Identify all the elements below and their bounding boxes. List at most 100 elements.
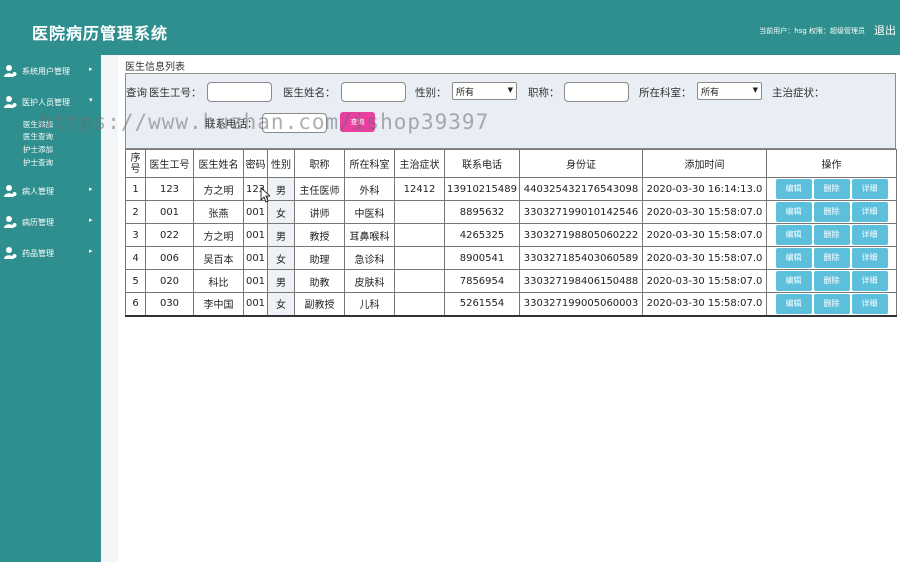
phone-input[interactable]	[262, 113, 327, 133]
chevron-right-icon: ▸	[89, 216, 93, 224]
table-header-row: 序号 医生工号 医生姓名 密码 性别 职称 所在科室 主治症状 联系电话 身份证…	[125, 149, 897, 178]
doctor-id-label: 医生工号：	[149, 87, 202, 99]
app-title: 医院病历管理系统	[32, 24, 169, 43]
caret-down-icon: ▼	[752, 86, 758, 94]
cell-add-time: 2020-03-30 15:58:07.0	[642, 292, 767, 317]
detail-button[interactable]: 详细	[851, 225, 888, 245]
user-icon	[4, 185, 17, 197]
table-row: 4 006 吴百本 001 女 助理 急诊科 8900541 330327185…	[125, 246, 897, 270]
panel-title: 医生信息列表	[125, 62, 185, 73]
chevron-right-icon: ▸	[89, 247, 93, 255]
col-header-doctor-id: 医生工号	[145, 149, 194, 178]
edit-button[interactable]: 编辑	[775, 248, 812, 268]
delete-button[interactable]: 删除	[813, 179, 850, 199]
submenu-doctor-query[interactable]: 医生查询	[23, 131, 53, 142]
cell-dept: 中医科	[344, 200, 395, 224]
cell-doctor-id: 123	[145, 177, 194, 201]
delete-button[interactable]: 删除	[813, 293, 850, 314]
edit-button[interactable]: 编辑	[775, 179, 812, 199]
delete-button[interactable]: 删除	[813, 248, 850, 268]
edit-button[interactable]: 编辑	[775, 225, 812, 245]
logout-link[interactable]: 退出	[874, 22, 896, 38]
submenu-nurse-add[interactable]: 护士添加	[23, 144, 53, 155]
col-header-id-card: 身份证	[519, 149, 643, 178]
cell-doctor-name: 张燕	[193, 200, 244, 224]
detail-button[interactable]: 详细	[851, 293, 888, 314]
cell-actions: 编辑 删除 详细	[766, 246, 897, 270]
submenu-doctor-add[interactable]: 医生添加	[23, 119, 53, 130]
detail-button[interactable]: 详细	[851, 202, 888, 222]
cell-seq: 4	[125, 246, 146, 270]
gender-select-value: 所有	[456, 88, 475, 98]
cell-title: 教授	[294, 223, 345, 247]
cell-actions: 编辑 删除 详细	[766, 269, 897, 293]
col-header-symptom: 主治症状	[394, 149, 445, 178]
delete-button[interactable]: 删除	[813, 225, 850, 245]
cell-seq: 1	[125, 177, 146, 201]
top-bar: 医院病历管理系统 当前用户：hsg 权限：超级管理员 退出	[0, 0, 900, 55]
title-input[interactable]	[564, 82, 629, 102]
cell-doctor-name: 吴百本	[193, 246, 244, 270]
cell-symptom	[394, 292, 445, 317]
cell-doctor-name: 李中国	[193, 292, 244, 317]
cell-password: 001	[243, 200, 268, 224]
cell-actions: 编辑 删除 详细	[766, 200, 897, 224]
sidebar-item-medical-staff[interactable]: 医护人员管理 ▾	[0, 92, 101, 112]
cell-gender: 男	[267, 177, 295, 201]
cell-phone: 8895632	[444, 200, 520, 224]
cell-title: 主任医师	[294, 177, 345, 201]
cell-seq: 6	[125, 292, 146, 317]
detail-button[interactable]: 详细	[851, 179, 888, 199]
panel-header: 医生信息列表	[118, 55, 900, 73]
gender-select[interactable]: 所有 ▼	[452, 82, 517, 100]
col-header-title: 职称	[294, 149, 345, 178]
doctor-name-input[interactable]	[341, 82, 406, 102]
edit-button[interactable]: 编辑	[775, 293, 812, 314]
user-icon	[4, 216, 17, 228]
table-row: 2 001 张燕 001 女 讲师 中医科 8895632 3303271990…	[125, 200, 897, 224]
cell-password: 001	[243, 223, 268, 247]
delete-button[interactable]: 删除	[813, 271, 850, 291]
col-header-dept: 所在科室	[344, 149, 395, 178]
sidebar-item-label: 系统用户管理	[22, 67, 70, 76]
table-row: 5 020 科比 001 男 助教 皮肤科 7856954 3303271984…	[125, 269, 897, 293]
cell-doctor-name: 方之明	[193, 223, 244, 247]
phone-label: 联系电话：	[205, 118, 258, 130]
sidebar-item-label: 医护人员管理	[22, 98, 70, 107]
cell-gender: 女	[267, 246, 295, 270]
col-header-seq: 序号	[125, 149, 146, 178]
chevron-down-icon: ▾	[89, 96, 93, 104]
cell-id-card: 330327185403060589	[519, 246, 643, 270]
dept-select-value: 所有	[701, 88, 720, 98]
cell-id-card: 330327199010142546	[519, 200, 643, 224]
edit-button[interactable]: 编辑	[775, 202, 812, 222]
sidebar: 系统用户管理 ▸ 医护人员管理 ▾ 医生添加 医生查询 护士添加 护士查询 病人…	[0, 55, 101, 562]
title-label: 职称：	[528, 87, 560, 99]
detail-button[interactable]: 详细	[851, 248, 888, 268]
cell-dept: 急诊科	[344, 246, 395, 270]
table-row: 1 123 方之明 123 男 主任医师 外科 12412 1391021548…	[125, 177, 897, 201]
sidebar-item-label: 病历管理	[22, 218, 54, 227]
cell-title: 助教	[294, 269, 345, 293]
delete-button[interactable]: 删除	[813, 202, 850, 222]
dept-select[interactable]: 所有 ▼	[697, 82, 762, 100]
cell-doctor-id: 022	[145, 223, 194, 247]
submenu-nurse-query[interactable]: 护士查询	[23, 157, 53, 168]
cell-id-card: 440325432176543098	[519, 177, 643, 201]
sidebar-item-system-users[interactable]: 系统用户管理 ▸	[0, 61, 101, 81]
doctor-name-label: 医生姓名：	[283, 87, 336, 99]
doctor-id-input[interactable]	[207, 82, 272, 102]
detail-button[interactable]: 详细	[851, 271, 888, 291]
search-button[interactable]: 查询	[340, 112, 375, 132]
sidebar-item-patients[interactable]: 病人管理 ▸	[0, 181, 101, 201]
sidebar-item-records[interactable]: 病历管理 ▸	[0, 212, 101, 232]
cell-dept: 皮肤科	[344, 269, 395, 293]
cell-password: 001	[243, 292, 268, 317]
sidebar-item-drugs[interactable]: 药品管理 ▸	[0, 243, 101, 263]
edit-button[interactable]: 编辑	[775, 271, 812, 291]
cell-add-time: 2020-03-30 16:14:13.0	[642, 177, 767, 201]
cell-doctor-id: 006	[145, 246, 194, 270]
col-header-add-time: 添加时间	[642, 149, 767, 178]
user-icon	[4, 65, 17, 77]
cell-actions: 编辑 删除 详细	[766, 223, 897, 247]
